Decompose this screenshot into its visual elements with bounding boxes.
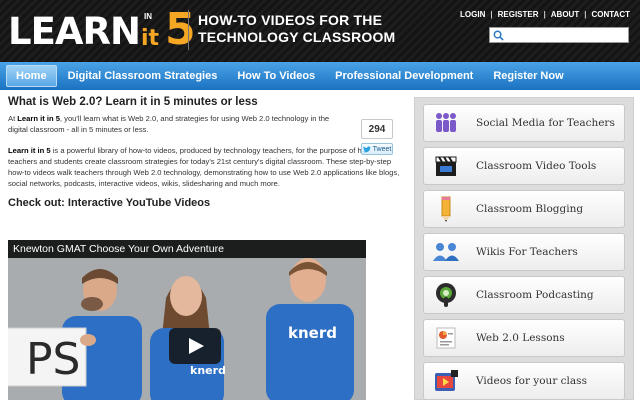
nav-professional-development[interactable]: Professional Development	[326, 65, 482, 87]
para2-bold: Learn it in 5	[8, 146, 51, 155]
para2-post: is a powerful library of how-to videos, …	[8, 146, 400, 188]
search-icon[interactable]	[490, 28, 506, 42]
sidebar-item-label: Videos for your class	[476, 375, 587, 387]
page: LEARN it 5 IN HOW-TO VIDEOS FOR THE TECH…	[0, 0, 640, 400]
contact-link[interactable]: CONTACT	[591, 10, 630, 19]
sidebar-item-podcasting[interactable]: Classroom Podcasting	[423, 276, 625, 314]
logo-in-text: IN	[144, 12, 152, 21]
share-count: 294	[361, 119, 393, 139]
video-title[interactable]: Knewton GMAT Choose Your Own Adventure	[13, 243, 224, 255]
site-tagline: HOW-TO VIDEOS FOR THE TECHNOLOGY CLASSRO…	[198, 12, 396, 45]
sidebar-item-label: Social Media for Teachers	[476, 117, 615, 129]
sidebar-item-label: Classroom Video Tools	[476, 160, 597, 172]
video-title-bar: Knewton GMAT Choose Your Own Adventure	[8, 240, 366, 258]
movie-icon	[432, 367, 460, 395]
nav-register-now[interactable]: Register Now	[484, 65, 572, 87]
search-box	[489, 27, 629, 43]
main-nav: Home Digital Classroom Strategies How To…	[0, 62, 640, 90]
sidebar-item-wikis[interactable]: Wikis For Teachers	[423, 233, 625, 271]
intro-paragraph: At Learn it in 5, you'll learn what is W…	[8, 113, 343, 135]
site-logo[interactable]: LEARN it 5	[8, 4, 196, 55]
people-icon	[432, 109, 460, 137]
search-input[interactable]	[506, 28, 624, 42]
sidebar-item-label: Classroom Blogging	[476, 203, 584, 215]
sidebar-menu: Social Media for Teachers Classroom Vide…	[414, 97, 634, 400]
register-link[interactable]: REGISTER	[498, 10, 539, 19]
sidebar-item-social-media[interactable]: Social Media for Teachers	[423, 104, 625, 142]
link-separator: |	[543, 10, 546, 19]
twitter-bird-icon	[362, 145, 371, 152]
tweet-label: Tweet	[372, 145, 392, 153]
main-content: What is Web 2.0? Learn it in 5 minutes o…	[8, 96, 403, 209]
podcast-icon	[432, 281, 460, 309]
shirt-text-middle: knerd	[190, 364, 226, 377]
sidebar-item-label: Classroom Podcasting	[476, 289, 594, 301]
presentation-icon	[432, 324, 460, 352]
shirt-text-right: knerd	[288, 324, 337, 342]
sidebar-item-web20-lessons[interactable]: Web 2.0 Lessons	[423, 319, 625, 357]
about-link[interactable]: ABOUT	[551, 10, 579, 19]
sidebar-item-blogging[interactable]: Classroom Blogging	[423, 190, 625, 228]
intro-pre: At	[8, 114, 18, 123]
share-widget: 294 Tweet	[361, 119, 393, 155]
sidebar-item-video-tools[interactable]: Classroom Video Tools	[423, 147, 625, 185]
tweet-button[interactable]: Tweet	[361, 143, 393, 155]
sidebar-item-videos-for-class[interactable]: Videos for your class	[423, 362, 625, 400]
sidebar-item-label: Web 2.0 Lessons	[476, 332, 565, 344]
youtube-video-player[interactable]: PS knerd knerd Knewton GMAT Choose Your …	[8, 240, 366, 400]
video-play-button[interactable]	[169, 328, 221, 364]
login-link[interactable]: LOGIN	[460, 10, 485, 19]
logo-it-text: it	[140, 26, 160, 51]
description-paragraph: Learn it in 5 is a powerful library of h…	[8, 145, 403, 189]
nav-home[interactable]: Home	[6, 65, 57, 87]
users-icon	[432, 238, 460, 266]
site-header: LEARN it 5 IN HOW-TO VIDEOS FOR THE TECH…	[0, 0, 640, 62]
link-separator: |	[584, 10, 587, 19]
top-links: LOGIN | REGISTER | ABOUT | CONTACT	[460, 10, 630, 19]
link-separator: |	[490, 10, 493, 19]
sidebar-item-label: Wikis For Teachers	[476, 246, 578, 258]
nav-how-to-videos[interactable]: How To Videos	[228, 65, 324, 87]
header-divider	[188, 10, 189, 50]
intro-bold: Learn it in 5	[17, 114, 60, 123]
logo-five-text: 5	[165, 4, 196, 55]
nav-digital-classroom-strategies[interactable]: Digital Classroom Strategies	[59, 65, 227, 87]
clapperboard-icon	[432, 152, 460, 180]
page-title: What is Web 2.0? Learn it in 5 minutes o…	[8, 96, 258, 108]
sign-text: PS	[26, 334, 80, 385]
intro-row: At Learn it in 5, you'll learn what is W…	[8, 113, 403, 155]
logo-learn-text: LEARN	[8, 10, 141, 53]
pencil-icon	[432, 195, 460, 223]
checkout-heading: Check out: Interactive YouTube Videos	[8, 197, 211, 209]
